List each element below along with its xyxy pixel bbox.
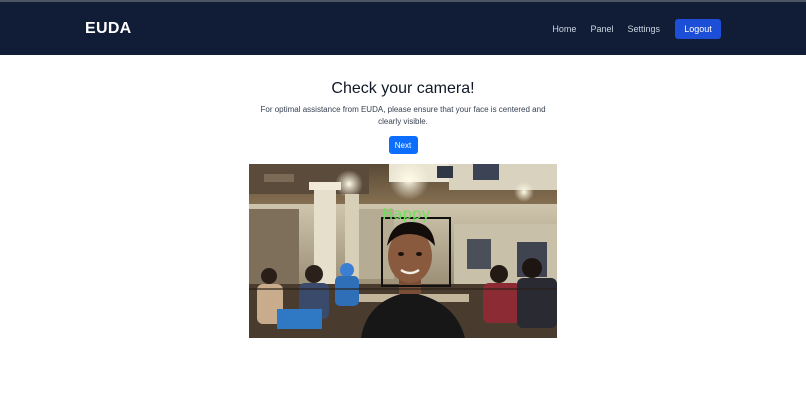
nav-link-settings[interactable]: Settings [627, 24, 660, 34]
nav-menu: Home Panel Settings Logout [538, 18, 721, 39]
camera-frame-image [249, 164, 557, 338]
nav-link-panel[interactable]: Panel [590, 24, 613, 34]
next-button[interactable]: Next [388, 136, 418, 154]
logout-button[interactable]: Logout [675, 18, 721, 39]
page-title: Check your camera! [331, 80, 475, 97]
brand-logo[interactable]: EUDA [85, 20, 132, 38]
instructions-text: For optimal assistance from EUDA, please… [260, 105, 546, 126]
camera-feed: Happy [249, 164, 557, 338]
navbar: EUDA Home Panel Settings Logout [0, 2, 806, 55]
emotion-label: Happy [382, 205, 431, 223]
nav-link-home[interactable]: Home [552, 24, 576, 34]
camera-check-section: Check your camera! For optimal assistanc… [0, 80, 806, 338]
